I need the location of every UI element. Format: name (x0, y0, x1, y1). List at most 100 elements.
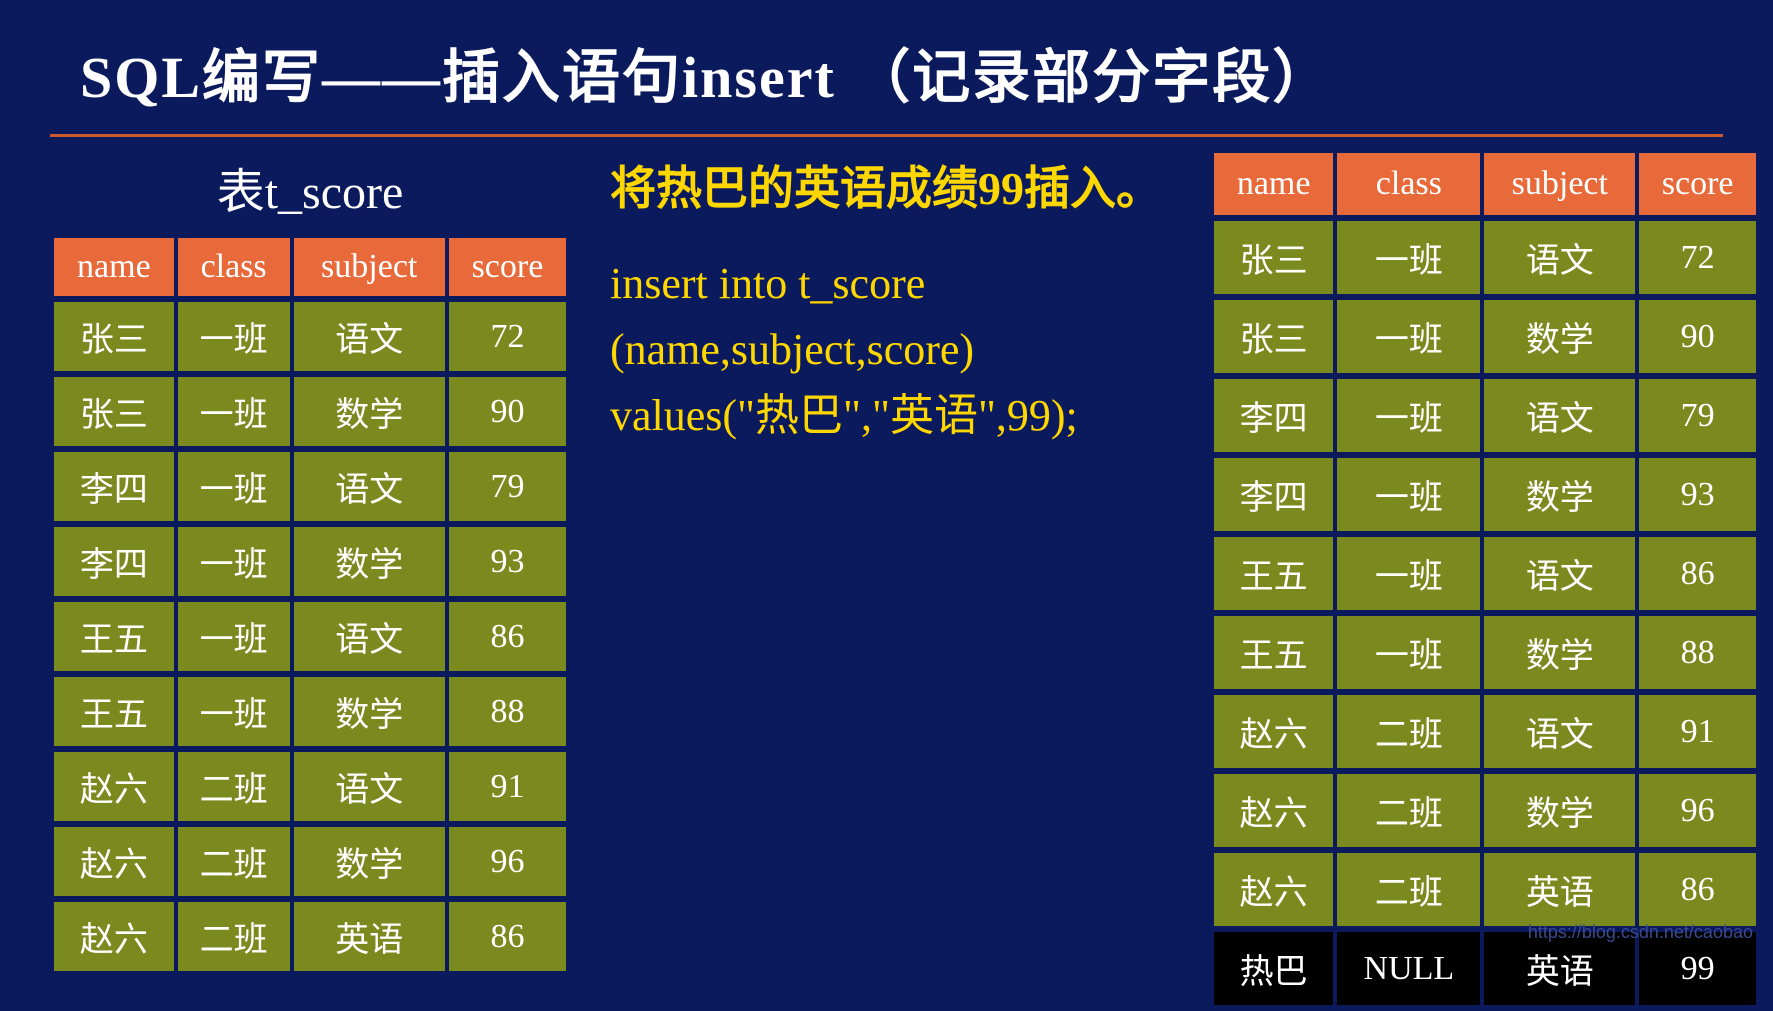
left-column: 表t_score name class subject score 张三一班语文… (50, 147, 570, 977)
cell-class: NULL (1337, 932, 1480, 1005)
table-row: 王五一班数学88 (1214, 616, 1756, 689)
table-row: 李四一班数学93 (1214, 458, 1756, 531)
cell-class: 一班 (1337, 537, 1480, 610)
middle-column: 将热巴的英语成绩99插入。 insert into t_score (name,… (610, 147, 1170, 449)
cell-score: 79 (1639, 379, 1756, 452)
cell-subject: 数学 (294, 377, 445, 446)
cell-subject: 语文 (1484, 695, 1635, 768)
col-class: class (178, 238, 290, 296)
cell-subject: 数学 (1484, 774, 1635, 847)
left-table-caption: 表t_score (50, 152, 570, 222)
task-prompt: 将热巴的英语成绩99插入。 (610, 157, 1170, 221)
cell-class: 二班 (178, 752, 290, 821)
table-row: 赵六二班英语86 (1214, 853, 1756, 926)
cell-subject: 数学 (1484, 458, 1635, 531)
col-name: name (1214, 153, 1333, 215)
table-row: 张三一班数学90 (1214, 300, 1756, 373)
table-row: 赵六二班语文91 (54, 752, 566, 821)
cell-score: 79 (449, 452, 566, 521)
table-row: 王五一班语文86 (54, 602, 566, 671)
title-divider (50, 134, 1723, 137)
table-row: 张三一班语文72 (1214, 221, 1756, 294)
left-table: name class subject score 张三一班语文72张三一班数学9… (50, 232, 570, 977)
cell-subject: 数学 (294, 827, 445, 896)
right-table: name class subject score 张三一班语文72张三一班数学9… (1210, 147, 1760, 1011)
cell-class: 一班 (1337, 221, 1480, 294)
cell-score: 91 (1639, 695, 1756, 768)
cell-name: 李四 (54, 527, 174, 596)
table-row: 赵六二班语文91 (1214, 695, 1756, 768)
main-layout: 表t_score name class subject score 张三一班语文… (50, 147, 1723, 1011)
cell-score: 86 (449, 902, 566, 971)
cell-class: 一班 (178, 302, 290, 371)
cell-subject: 数学 (294, 677, 445, 746)
table-row: 李四一班语文79 (54, 452, 566, 521)
table-row: 张三一班语文72 (54, 302, 566, 371)
cell-score: 90 (449, 377, 566, 446)
cell-class: 一班 (1337, 379, 1480, 452)
cell-score: 86 (449, 602, 566, 671)
cell-subject: 数学 (294, 527, 445, 596)
page-title: SQL编写——插入语句insert （记录部分字段） (80, 30, 1723, 114)
col-subject: subject (294, 238, 445, 296)
cell-name: 赵六 (54, 752, 174, 821)
cell-class: 一班 (1337, 616, 1480, 689)
col-name: name (54, 238, 174, 296)
cell-subject: 数学 (1484, 300, 1635, 373)
cell-score: 90 (1639, 300, 1756, 373)
cell-score: 88 (1639, 616, 1756, 689)
cell-class: 一班 (1337, 458, 1480, 531)
cell-name: 王五 (54, 602, 174, 671)
table-row: 王五一班语文86 (1214, 537, 1756, 610)
table-row: 赵六二班数学96 (1214, 774, 1756, 847)
cell-score: 96 (1639, 774, 1756, 847)
cell-score: 93 (449, 527, 566, 596)
cell-name: 赵六 (54, 902, 174, 971)
cell-name: 张三 (1214, 300, 1333, 373)
cell-class: 一班 (178, 677, 290, 746)
cell-score: 91 (449, 752, 566, 821)
cell-subject: 语文 (1484, 379, 1635, 452)
cell-score: 93 (1639, 458, 1756, 531)
watermark: https://blog.csdn.net/caobao (1528, 922, 1753, 943)
cell-class: 二班 (178, 827, 290, 896)
cell-class: 二班 (1337, 853, 1480, 926)
cell-subject: 英语 (294, 902, 445, 971)
cell-name: 王五 (1214, 616, 1333, 689)
right-column: name class subject score 张三一班语文72张三一班数学9… (1210, 147, 1760, 1011)
table-header-row: name class subject score (1214, 153, 1756, 215)
col-class: class (1337, 153, 1480, 215)
table-row: 张三一班数学90 (54, 377, 566, 446)
cell-class: 二班 (178, 902, 290, 971)
cell-subject: 语文 (294, 602, 445, 671)
sql-statement: insert into t_score (name,subject,score)… (610, 251, 1170, 449)
col-subject: subject (1484, 153, 1635, 215)
cell-name: 李四 (54, 452, 174, 521)
table-row: 李四一班数学93 (54, 527, 566, 596)
cell-class: 二班 (1337, 774, 1480, 847)
cell-name: 李四 (1214, 379, 1333, 452)
cell-name: 热巴 (1214, 932, 1333, 1005)
cell-class: 一班 (1337, 300, 1480, 373)
cell-score: 96 (449, 827, 566, 896)
col-score: score (449, 238, 566, 296)
cell-score: 86 (1639, 853, 1756, 926)
cell-subject: 语文 (1484, 537, 1635, 610)
table-header-row: name class subject score (54, 238, 566, 296)
col-score: score (1639, 153, 1756, 215)
cell-class: 一班 (178, 452, 290, 521)
cell-subject: 语文 (294, 752, 445, 821)
cell-score: 72 (449, 302, 566, 371)
cell-subject: 英语 (1484, 853, 1635, 926)
cell-score: 86 (1639, 537, 1756, 610)
table-row: 赵六二班数学96 (54, 827, 566, 896)
table-row: 赵六二班英语86 (54, 902, 566, 971)
cell-score: 72 (1639, 221, 1756, 294)
cell-score: 88 (449, 677, 566, 746)
cell-name: 赵六 (1214, 774, 1333, 847)
cell-class: 二班 (1337, 695, 1480, 768)
cell-subject: 数学 (1484, 616, 1635, 689)
cell-subject: 语文 (1484, 221, 1635, 294)
cell-class: 一班 (178, 527, 290, 596)
cell-subject: 语文 (294, 302, 445, 371)
